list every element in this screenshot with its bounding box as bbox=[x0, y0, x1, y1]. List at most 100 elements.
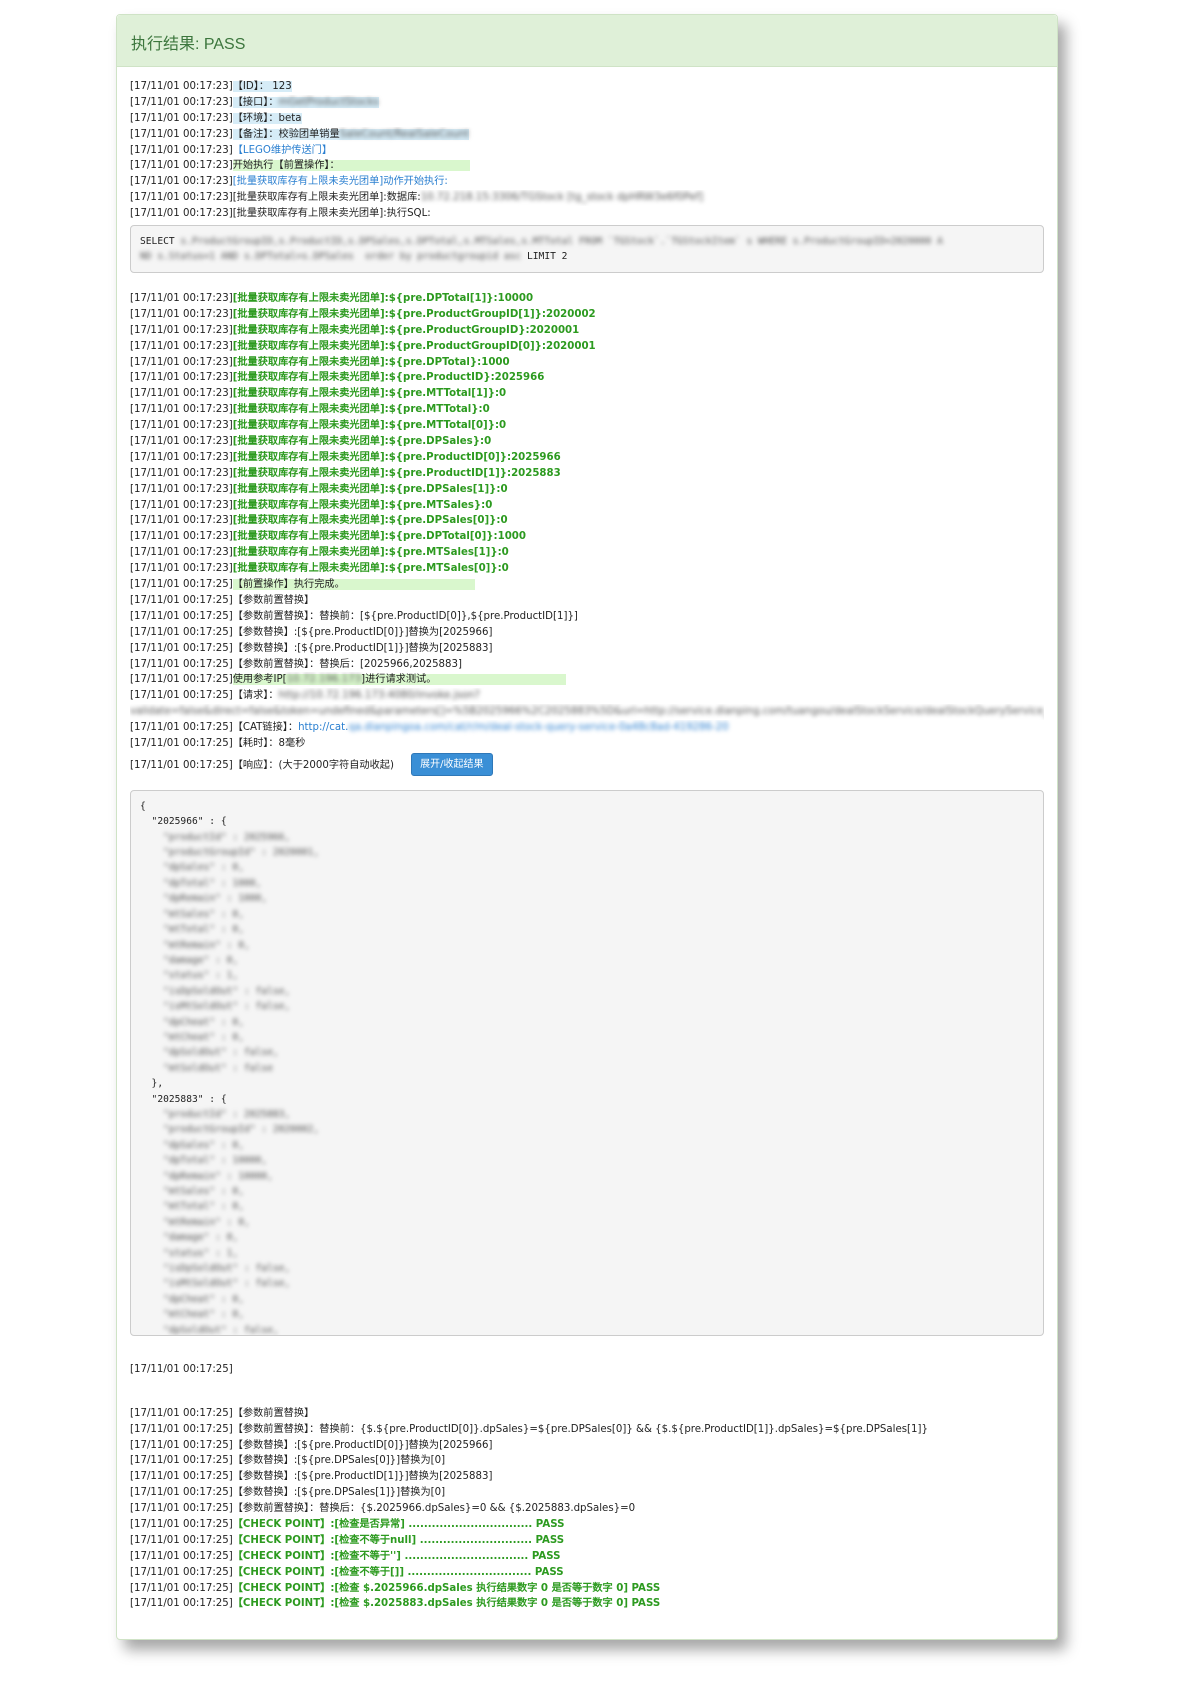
log-message: 【CHECK POINT】:[检查 $.2025966.dpSales 执行结果… bbox=[233, 1583, 660, 1594]
cat-link[interactable]: http://cat. bbox=[298, 722, 348, 733]
log-text: 【参数前置替换】：替换后：{$.2025966.dpSales}=0 && {$… bbox=[232, 1503, 636, 1515]
redacted-json-field: "isDpSoldOut" : false, bbox=[140, 985, 291, 997]
log-text: 【CHECK POINT】:[检查不等于''] ................… bbox=[232, 1550, 561, 1562]
log-line: [17/11/01 00:17:23][批量获取库存有上限未卖光团单]:${pr… bbox=[130, 513, 1044, 529]
redacted-text: mGetProductStocks bbox=[278, 96, 379, 108]
log-text: 【参数替换】:[${pre.ProductID[0]}]替换为[2025966] bbox=[232, 1439, 493, 1451]
redacted-json-field: "dpSales" : 0, bbox=[140, 1139, 244, 1151]
log-text: 【参数替换】:[${pre.ProductID[1]}]替换为[2025883] bbox=[232, 1471, 493, 1483]
log-line: [17/11/01 00:17:23][批量获取库存有上限未卖光团单]:${pr… bbox=[130, 450, 1044, 466]
log-text: 【参数替换】:[${pre.ProductID[1]}]替换为[2025883] bbox=[232, 642, 493, 654]
log-timestamp: [17/11/01 00:17:23] bbox=[130, 96, 233, 108]
log-timestamp: [17/11/01 00:17:23] bbox=[130, 515, 233, 527]
log-timestamp: [17/11/01 00:17:25] bbox=[130, 1471, 233, 1483]
log-message: 【接口】：mGetProductStocks bbox=[232, 96, 379, 108]
log-line: [17/11/01 00:17:23]开始执行【前置操作】： bbox=[130, 158, 1044, 174]
log-message: 【CHECK POINT】:[检查不等于''] ................… bbox=[233, 1551, 561, 1562]
variable-value: [批量获取库存有上限未卖光团单]:${pre.DPTotal[1]}:10000 bbox=[232, 293, 534, 305]
log-message: 开始执行【前置操作】： bbox=[232, 160, 470, 172]
log-line: [17/11/01 00:17:25]【耗时】：8毫秒 bbox=[130, 736, 1044, 752]
redacted-text: validate=false&direct=false&token=undefi… bbox=[130, 706, 1044, 718]
log-text: 【CHECK POINT】:[检查 $.2025883.dpSales 执行结果… bbox=[232, 1598, 661, 1610]
log-timestamp: [17/11/01 00:17:23] bbox=[130, 81, 233, 92]
redacted-json-field: "dpSales" : 0, bbox=[140, 862, 244, 874]
log-text: 【CHECK POINT】:[检查 $.2025966.dpSales 执行结果… bbox=[232, 1582, 661, 1594]
log-timestamp: [17/11/01 00:17:23] bbox=[130, 372, 233, 384]
log-line: [17/11/01 00:17:25]【CHECK POINT】:[检查 $.2… bbox=[130, 1596, 1044, 1612]
log-timestamp: [17/11/01 00:17:23] bbox=[130, 531, 233, 543]
json-line: { bbox=[140, 800, 146, 812]
log-message: 【参数替换】:[${pre.ProductID[0]}]替换为[2025966] bbox=[233, 1440, 493, 1451]
log-text: 【CHECK POINT】:[检查不等于[]] ................… bbox=[232, 1566, 564, 1578]
log-line: [17/11/01 00:17:25]【参数替换】:[${pre.Product… bbox=[130, 1469, 1044, 1485]
log-section-request: [17/11/01 00:17:25]【前置操作】执行完成。 [17/11/01 … bbox=[130, 577, 1044, 752]
log-section-checkpoints: [17/11/01 00:17:25] 【参数前置替换】 [17/11/01 00:… bbox=[130, 1406, 1044, 1613]
log-text: 【环境】：beta bbox=[232, 112, 302, 124]
log-line: [17/11/01 00:17:23][批量获取库存有上限未卖光团单]:${pr… bbox=[130, 291, 1044, 307]
log-timestamp: [17/11/01 00:17:25] bbox=[130, 1503, 233, 1515]
log-text: [批量获取库存有上限未卖光团单]动作开始执行: bbox=[232, 176, 448, 188]
log-message: 【LEGO维护传送门】 bbox=[233, 145, 332, 156]
log-timestamp: [17/11/01 00:17:23] bbox=[130, 340, 233, 352]
log-line: [17/11/01 00:17:23][批量获取库存有上限未卖光团单]:${pr… bbox=[130, 545, 1044, 561]
redacted-json-field: "productGroupId" : 2020001, bbox=[140, 847, 320, 859]
log-line: [17/11/01 00:17:25]【CHECK POINT】:[检查不等于'… bbox=[130, 1549, 1044, 1565]
log-line: [17/11/01 00:17:25]【参数前置替换】：替换前：{$.${pre… bbox=[130, 1422, 1044, 1438]
log-timestamp: [17/11/01 00:17:23] bbox=[130, 436, 233, 448]
log-timestamp: [17/11/01 00:17:25] bbox=[130, 1582, 233, 1594]
variable-value: [批量获取库存有上限未卖光团单]:${pre.ProductGroupID}:2… bbox=[232, 324, 580, 336]
log-timestamp: [17/11/01 00:17:25] bbox=[130, 1487, 233, 1499]
redacted-text: qa.dianpingoa.com/cat/r/m/deal-stock-que… bbox=[348, 722, 729, 734]
log-timestamp: [17/11/01 00:17:25] bbox=[130, 1598, 233, 1610]
redacted-json-field: "status" : 1, bbox=[140, 1247, 239, 1259]
log-line: [17/11/01 00:17:23][批量获取库存有上限未卖光团单]:${pr… bbox=[130, 323, 1044, 339]
redacted-text: SaleCount/RealSaleCount bbox=[339, 128, 470, 140]
log-text: 【参数替换】:[${pre.DPSales[0]}]替换为[0] bbox=[232, 1455, 446, 1467]
log-message: 【参数前置替换】：替换后：{$.2025966.dpSales}=0 && {$… bbox=[233, 1503, 635, 1514]
log-line: [17/11/01 00:17:25]【请求】：http://10.72.196… bbox=[130, 688, 1044, 704]
log-line: [17/11/01 00:17:23][批量获取库存有上限未卖光团单]:${pr… bbox=[130, 434, 1044, 450]
log-text: 【参数前置替换】 bbox=[232, 1407, 315, 1419]
redacted-json-field: "isDpSoldOut" : false, bbox=[140, 1263, 291, 1275]
log-line: [17/11/01 00:17:25]【参数前置替换】：替换后：{$.20259… bbox=[130, 1501, 1044, 1517]
toggle-result-button[interactable]: 展开/收起结果 bbox=[411, 753, 493, 777]
redacted-json-field: "mtSoldOut" : false bbox=[140, 1062, 273, 1074]
log-message: 【参数前置替换】：替换前：[${pre.ProductID[0]},${pre.… bbox=[233, 611, 578, 622]
log-text[interactable]: 【LEGO维护传送门】 bbox=[233, 145, 332, 156]
redacted-json-field: "mtSales" : 0, bbox=[140, 908, 244, 920]
log-timestamp: [17/11/01 00:17:25] bbox=[130, 759, 233, 771]
log-message: 【请求】：http://10.72.196.173:4080/invoke.js… bbox=[233, 690, 480, 701]
log-message: 【参数前置替换】：替换前：{$.${pre.ProductID[0]}.dpSa… bbox=[233, 1424, 928, 1435]
log-line: [17/11/01 00:17:23][批量获取库存有上限未卖光团单]:${pr… bbox=[130, 339, 1044, 355]
log-section-variables: [17/11/01 00:17:23] [批量获取库存有上限未卖光团单]:${pr… bbox=[130, 291, 1044, 577]
log-line: [17/11/01 00:17:25]【CHECK POINT】:[检查是否异常… bbox=[130, 1517, 1044, 1533]
log-line: [17/11/01 00:17:25]【参数前置替换】：替换前：[${pre.P… bbox=[130, 609, 1044, 625]
log-text: 【耗时】：8毫秒 bbox=[232, 737, 306, 749]
log-text: 【参数前置替换】：替换前：[${pre.ProductID[0]},${pre.… bbox=[232, 610, 578, 622]
redacted-json-field: "productId" : 2025966, bbox=[140, 831, 291, 843]
log-message: [批量获取库存有上限未卖光团单]动作开始执行: bbox=[233, 176, 448, 187]
log-line: [17/11/01 00:17:23]【备注】：校验团单销量SaleCount/… bbox=[130, 127, 1044, 143]
sql-block: SELECT s.ProductGroupID,s.ProductID,s.DP… bbox=[130, 225, 1044, 274]
variable-value: [批量获取库存有上限未卖光团单]:${pre.DPSales[1]}:0 bbox=[232, 483, 508, 495]
log-timestamp: [17/11/01 00:17:25] bbox=[130, 642, 233, 654]
log-text: 【接口】： bbox=[232, 96, 279, 108]
log-line: [17/11/01 00:17:25] bbox=[130, 1362, 1044, 1378]
log-message: 【CHECK POINT】:[检查不等于[]] ................… bbox=[233, 1567, 564, 1578]
log-text: 【请求】： bbox=[232, 690, 279, 702]
log-line: [17/11/01 00:17:25]【参数替换】:[${pre.Product… bbox=[130, 641, 1044, 657]
log-timestamp: [17/11/01 00:17:23] bbox=[130, 192, 233, 204]
log-timestamp: [17/11/01 00:17:23] bbox=[130, 356, 233, 368]
log-text: 使用参考IP[ bbox=[232, 674, 287, 686]
log-timestamp: [17/11/01 00:17:23] bbox=[130, 420, 233, 432]
log-timestamp: [17/11/01 00:17:23] bbox=[130, 563, 233, 575]
log-message: 【参数替换】:[${pre.DPSales[0]}]替换为[0] bbox=[233, 1455, 445, 1466]
log-text: 【ID】： 123 bbox=[232, 81, 292, 92]
log-line: [17/11/01 00:17:25]【参数替换】:[${pre.Product… bbox=[130, 1438, 1044, 1454]
log-message: [批量获取库存有上限未卖光团单]:数据库:10.72.218.15:3306/T… bbox=[233, 192, 703, 203]
log-line: [17/11/01 00:17:23]【LEGO维护传送门】 bbox=[130, 143, 1044, 159]
log-timestamp: [17/11/01 00:17:23] bbox=[130, 547, 233, 559]
log-line: [17/11/01 00:17:25]【参数前置替换】 bbox=[130, 593, 1044, 609]
log-line: [17/11/01 00:17:23][批量获取库存有上限未卖光团单]:执行SQ… bbox=[130, 206, 1044, 222]
redacted-json-field: "isMtSoldOut" : false, bbox=[140, 1001, 291, 1013]
